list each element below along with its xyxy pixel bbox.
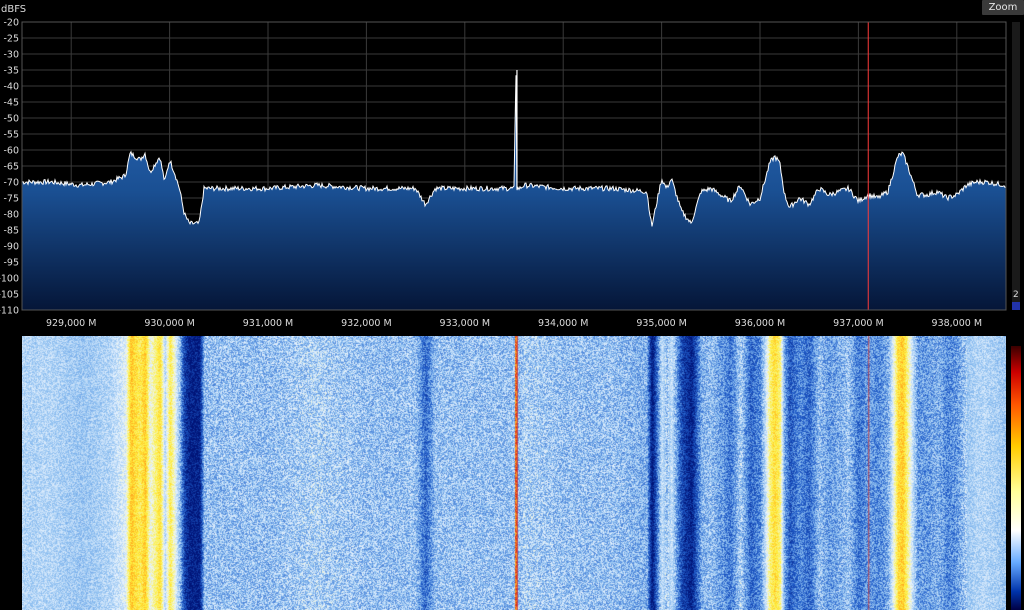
- y-axis-ticks: -20 -25 -30 -35 -40 -45 -50 -55 -60 -65 -70 -75 -80 -…: [0, 18, 19, 317]
- x-tick-label: 932,000 M: [341, 318, 392, 329]
- y-tick-label: -40: [3, 82, 19, 93]
- x-tick-label: 934,000 M: [538, 318, 589, 329]
- level-slider[interactable]: [1012, 22, 1020, 310]
- y-tick-label: -65: [3, 162, 19, 173]
- unit-label: dBFS: [1, 4, 26, 15]
- x-tick-label: 931,000 M: [243, 318, 294, 329]
- y-tick-label: -30: [3, 50, 19, 61]
- y-tick-label: -75: [3, 194, 19, 205]
- x-tick-label: 929,000 M: [46, 318, 97, 329]
- spectrum-panel[interactable]: dBFS -20 -25 -30 -35 -40 -45 -50 -55 -60 -65 -70 -7…: [0, 0, 1024, 336]
- y-tick-label: -85: [3, 226, 19, 237]
- waterfall-display[interactable]: [22, 336, 1006, 610]
- y-tick-label: -105: [0, 290, 19, 301]
- y-tick-label: -110: [0, 306, 19, 317]
- waterfall-colorbar: [1011, 346, 1021, 610]
- y-tick-label: -45: [3, 98, 19, 109]
- level-slider-fill: [1012, 302, 1020, 310]
- y-tick-label: -20: [3, 18, 19, 29]
- x-tick-label: 933,000 M: [440, 318, 491, 329]
- y-tick-label: -100: [0, 274, 19, 285]
- y-tick-label: -90: [3, 242, 19, 253]
- y-tick-label: -25: [3, 34, 19, 45]
- level-slider-value: 2: [1013, 290, 1019, 300]
- x-tick-label: 935,000 M: [636, 318, 687, 329]
- zoom-button[interactable]: Zoom: [982, 0, 1024, 15]
- y-tick-label: -60: [3, 146, 19, 157]
- y-tick-label: -55: [3, 130, 19, 141]
- y-tick-label: -80: [3, 210, 19, 221]
- y-tick-label: -35: [3, 66, 19, 77]
- x-tick-label: 930,000 M: [144, 318, 195, 329]
- y-tick-label: -50: [3, 114, 19, 125]
- x-tick-label: 938,000 M: [932, 318, 983, 329]
- x-axis-ticks: 929,000 M 930,000 M 931,000 M 932,000 M 933,…: [46, 318, 982, 329]
- x-tick-label: 937,000 M: [833, 318, 884, 329]
- y-tick-label: -95: [3, 258, 19, 269]
- y-tick-label: -70: [3, 178, 19, 189]
- x-tick-label: 936,000 M: [735, 318, 786, 329]
